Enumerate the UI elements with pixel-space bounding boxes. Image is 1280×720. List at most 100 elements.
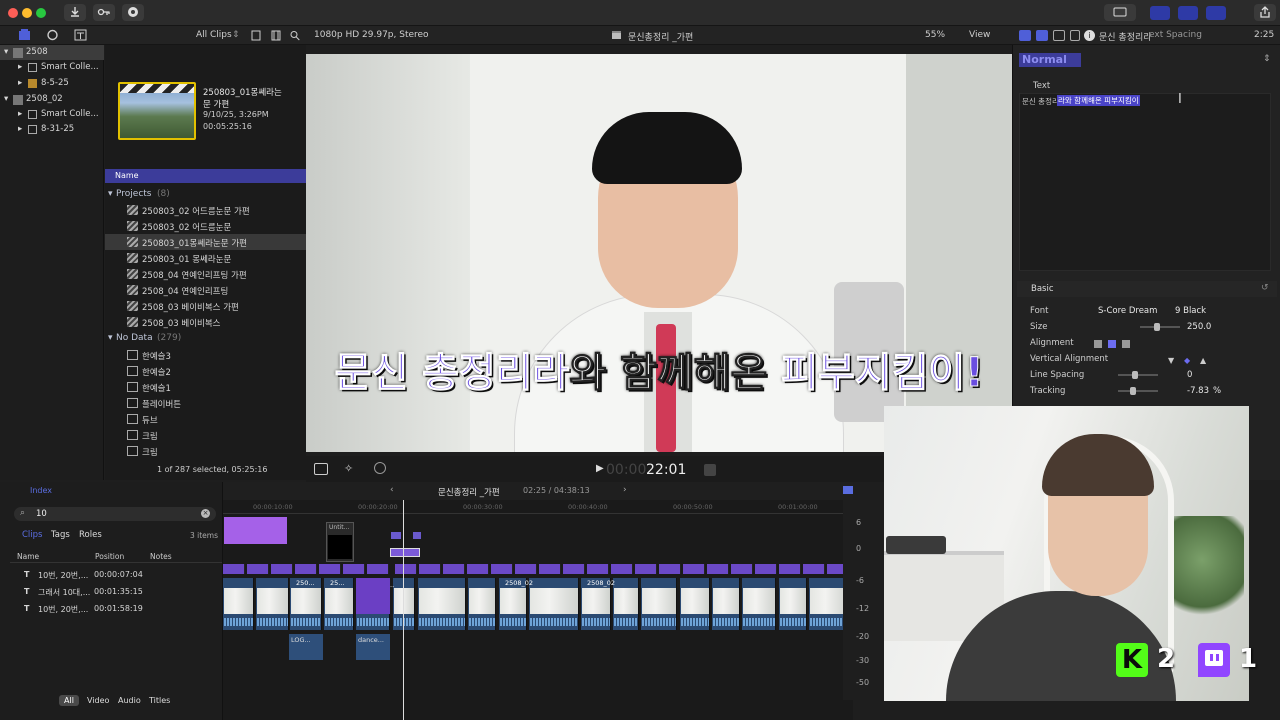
title-segment[interactable] [319,564,341,574]
video-clip[interactable] [393,578,415,630]
project-item[interactable]: 250803_02 어드름눈문 가편 [105,202,306,218]
video-clip[interactable] [418,578,466,630]
video-clip[interactable] [712,578,740,630]
nodata-item[interactable]: 한예슬3 [105,347,306,363]
info-icon[interactable]: i [1084,30,1095,41]
project-item[interactable]: 2508_04 연예인리프팅 [105,282,306,298]
project-item[interactable]: 2508_03 베이비복스 가편 [105,298,306,314]
title-segment[interactable] [731,564,753,574]
index-button[interactable]: Index [30,486,52,495]
video-clip[interactable] [680,578,710,630]
magic-wand-icon[interactable]: ✧ [344,462,353,475]
photos-icon[interactable] [46,29,59,41]
event-item[interactable]: ▸ 8-31-25 [0,122,104,137]
project-item[interactable]: 250803_01 몽쎄라눈문 [105,250,306,266]
keyword-button[interactable] [93,4,115,21]
video-clip[interactable] [742,578,776,630]
zoom-icon[interactable] [843,486,853,494]
timeline-toggle-button[interactable] [1178,6,1198,20]
align-bottom-icon[interactable]: ▲ [1200,356,1206,365]
title-segment[interactable] [683,564,705,574]
title-segment[interactable] [467,564,489,574]
title-segment[interactable] [247,564,269,574]
selected-title-clip[interactable] [390,548,420,557]
size-slider[interactable] [1140,323,1180,331]
filmstrip-icon[interactable] [271,30,281,41]
reset-icon[interactable]: ↺ [1261,283,1269,293]
title-segment[interactable] [635,564,657,574]
title-segment[interactable] [491,564,513,574]
dance-audio-clip[interactable]: dance... [356,634,390,660]
inspector-row-value[interactable]: -7.83 [1187,386,1209,396]
speed-icon[interactable] [374,462,386,474]
timeline-project[interactable]: 문신총정리 _가편 [438,486,500,498]
vertical-alignment-buttons[interactable]: ▼ ◆ ▲ [1168,356,1214,366]
video-inspector-tab[interactable] [1053,30,1065,41]
title-segment[interactable] [707,564,729,574]
smart-collection-item[interactable]: ▸ Smart Colle... [0,107,104,122]
video-clip[interactable] [613,578,639,630]
nodata-item[interactable]: 크림 [105,443,306,459]
name-column-header[interactable]: Name [17,552,39,561]
index-row[interactable]: T 그래서 10대,... 00:01:35:15 [10,583,222,600]
align-center-icon[interactable] [1108,340,1116,348]
title-segment[interactable] [271,564,293,574]
projects-group[interactable]: ▾ Projects (8) [105,187,306,203]
roles-tab[interactable]: Roles [79,530,102,540]
marker-clip[interactable] [391,532,401,539]
title-clip[interactable] [224,517,287,544]
inspector-toggle-button[interactable] [1206,6,1226,20]
compound-clip[interactable] [356,578,390,614]
share-button[interactable] [1254,4,1276,21]
transform-icon[interactable] [314,463,328,475]
name-column-header[interactable]: Name [105,169,306,183]
clear-search-icon[interactable]: × [201,509,210,518]
title-segment[interactable] [419,564,441,574]
viewer[interactable]: 문신 총정리라와 함께해온 피부지킴이! [306,54,1012,452]
title-segment[interactable] [659,564,681,574]
smart-collection-item[interactable]: ▸ Smart Colle... [0,60,104,75]
import-button[interactable] [64,4,86,21]
browser-toggle-button[interactable] [1150,6,1170,20]
title-inspector-tab[interactable] [1019,30,1031,41]
index-row[interactable]: T 10번, 20번,... 00:01:58:19 [10,600,222,617]
index-search-field[interactable]: ⌕ 10 × [14,507,216,521]
text-field[interactable]: 문신 총정리 라와 함께해온 피부지킴이 I [1019,92,1271,271]
notes-column-header[interactable]: Notes [150,552,172,561]
clip-appearance-icon[interactable] [251,30,261,41]
nodata-item[interactable]: 플레이버튼 [105,395,306,411]
clip-filter-dropdown[interactable]: All Clips [196,30,232,40]
project-item[interactable]: 2508_04 연예인리프팅 가편 [105,266,306,282]
inspector-row-value[interactable]: 250.0 [1187,322,1211,332]
title-segment[interactable] [515,564,537,574]
align-right-icon[interactable] [1122,340,1130,348]
zoom-window-button[interactable] [36,8,46,18]
nodata-group[interactable]: ▾ No Data (279) [105,331,306,347]
title-segment[interactable] [367,564,389,574]
filter-all[interactable]: All [59,695,79,706]
title-segment[interactable] [611,564,633,574]
marker-clip[interactable] [413,532,421,539]
nodata-item[interactable]: 한예슬1 [105,379,306,395]
title-segment[interactable] [295,564,317,574]
tracking-slider[interactable] [1118,387,1158,395]
style-dropdown[interactable]: Normal [1019,53,1081,67]
fullscreen-icon[interactable] [704,464,716,476]
video-clip[interactable] [468,578,496,630]
project-item[interactable]: 250803_01몽쎄라눈문 가편 [105,234,306,250]
title-segment[interactable] [803,564,825,574]
timeline[interactable]: ‹ 문신총정리 _가편 02:25 / 04:38:13 › 00:00:10:… [223,482,853,720]
nodata-item[interactable]: 듀브 [105,411,306,427]
video-clip[interactable] [223,578,254,630]
inspector-row-value[interactable]: S-Core Dream [1098,306,1157,316]
play-icon[interactable]: ▶ [596,463,604,474]
event-item[interactable]: ▸ 8-5-25 [0,76,104,91]
title-segment[interactable] [395,564,417,574]
audio-inspector-tab[interactable] [1070,30,1080,41]
align-top-icon[interactable]: ▼ [1168,356,1174,365]
forward-icon[interactable]: › [623,485,627,495]
minimize-window-button[interactable] [22,8,32,18]
untitled-clip[interactable]: Untit... [326,522,354,562]
title-segment[interactable] [587,564,609,574]
back-icon[interactable]: ‹ [390,485,394,495]
